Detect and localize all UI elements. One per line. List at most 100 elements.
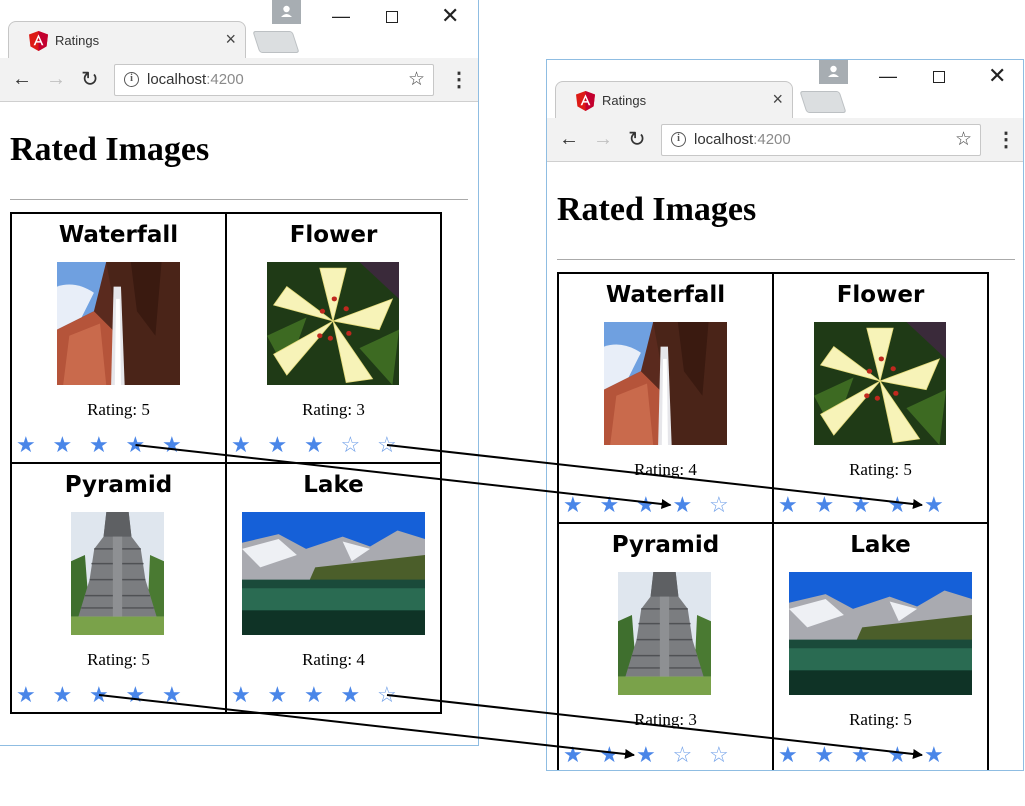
star-filled-icon[interactable]: ★ [16,432,53,458]
image-title: Waterfall [605,282,726,308]
arrow-left-icon[interactable]: ← [559,128,579,151]
address-bar[interactable]: i localhost:4200 ☆ [661,124,981,156]
title-bar: Ratings × — ✕ [0,0,478,58]
reload-icon[interactable]: ↻ [628,127,646,152]
star-filled-icon[interactable]: ★ [89,682,126,708]
star-outline-icon[interactable]: ☆ [377,682,414,708]
star-filled-icon[interactable]: ★ [778,742,815,768]
star-filled-icon[interactable]: ★ [126,682,163,708]
kebab-menu-icon[interactable]: ⋮ [996,127,1016,152]
image-title: Pyramid [611,532,720,558]
star-filled-icon[interactable]: ★ [268,682,305,708]
star-filled-icon[interactable]: ★ [851,492,888,518]
browser-tab[interactable]: Ratings × [8,21,246,58]
divider [557,259,1015,260]
image-title: Flower [836,282,925,308]
star-filled-icon[interactable]: ★ [304,432,341,458]
flower-image [814,322,946,445]
star-filled-icon[interactable]: ★ [815,742,852,768]
star-filled-icon[interactable]: ★ [924,742,961,768]
waterfall-image [57,262,180,385]
url-text[interactable]: localhost:4200 [147,71,244,88]
star-filled-icon[interactable]: ★ [126,432,163,458]
minimize-button[interactable]: — [879,66,897,87]
star-filled-icon[interactable]: ★ [851,742,888,768]
image-grid: Waterfall Rating: 4 ★ ★ ★ ★ ☆ Flower Rating: 5 ★ ★… [557,272,989,770]
star-filled-icon[interactable]: ★ [304,682,341,708]
star-outline-icon[interactable]: ☆ [673,742,710,768]
arrow-right-icon[interactable]: → [46,68,66,91]
star-rating: ★ ★ ★ ☆ ☆ [563,742,746,768]
rating-label: Rating: 5 [849,460,912,479]
star-outline-icon[interactable]: ☆ [709,492,746,518]
star-filled-icon[interactable]: ★ [162,682,199,708]
close-icon[interactable]: × [225,29,236,50]
star-outline-icon[interactable]: ☆ [408,68,425,91]
page-content: Rated Images Waterfall Rating: 5 ★ ★ ★ ★ ★ Flow… [0,102,478,745]
star-rating: ★ ★ ★ ★ ★ [778,492,961,518]
star-filled-icon[interactable]: ★ [888,742,925,768]
star-outline-icon[interactable]: ☆ [709,742,746,768]
url-text[interactable]: localhost:4200 [694,131,791,148]
star-filled-icon[interactable]: ★ [778,492,815,518]
window-close-button[interactable]: ✕ [988,63,1006,89]
arrow-right-icon[interactable]: → [593,128,613,151]
image-card: Lake Rating: 5 ★ ★ ★ ★ ★ [773,523,987,770]
arrow-left-icon[interactable]: ← [12,68,32,91]
star-filled-icon[interactable]: ★ [673,492,710,518]
star-filled-icon[interactable]: ★ [341,682,378,708]
new-tab-button[interactable] [799,91,847,113]
browser-toolbar: ← → ↻ i localhost:4200 ☆ ⋮ [0,58,478,102]
star-filled-icon[interactable]: ★ [162,432,199,458]
star-outline-icon[interactable]: ☆ [955,128,972,151]
star-rating: ★ ★ ★ ★ ★ [16,432,199,458]
reload-icon[interactable]: ↻ [81,67,99,92]
rating-label: Rating: 4 [302,650,365,669]
star-rating: ★ ★ ★ ★ ☆ [231,682,414,708]
info-icon[interactable]: i [671,132,686,147]
star-filled-icon[interactable]: ★ [924,492,961,518]
maximize-button[interactable] [386,11,398,23]
star-filled-icon[interactable]: ★ [563,742,600,768]
rating-label: Rating: 3 [634,710,697,729]
kebab-menu-icon[interactable]: ⋮ [449,67,469,92]
star-filled-icon[interactable]: ★ [16,682,53,708]
profile-icon[interactable] [819,60,848,84]
page-title: Rated Images [557,191,757,228]
minimize-button[interactable]: — [332,6,350,27]
new-tab-button[interactable] [252,31,300,53]
flower-image [267,262,399,385]
window-close-button[interactable]: ✕ [441,3,459,29]
maximize-button[interactable] [933,71,945,83]
address-bar[interactable]: i localhost:4200 ☆ [114,64,434,96]
star-rating: ★ ★ ★ ★ ★ [778,742,961,768]
star-filled-icon[interactable]: ★ [888,492,925,518]
pyramid-image [618,572,711,695]
star-filled-icon[interactable]: ★ [636,492,673,518]
star-filled-icon[interactable]: ★ [636,742,673,768]
star-filled-icon[interactable]: ★ [231,682,268,708]
rating-label: Rating: 5 [849,710,912,729]
star-filled-icon[interactable]: ★ [89,432,126,458]
star-outline-icon[interactable]: ☆ [377,432,414,458]
image-card: Waterfall Rating: 4 ★ ★ ★ ★ ☆ [559,274,773,523]
star-rating: ★ ★ ★ ★ ☆ [563,492,746,518]
star-filled-icon[interactable]: ★ [815,492,852,518]
star-filled-icon[interactable]: ★ [53,432,90,458]
divider [10,199,468,200]
star-filled-icon[interactable]: ★ [600,492,637,518]
profile-icon[interactable] [272,0,301,24]
info-icon[interactable]: i [124,72,139,87]
browser-tab[interactable]: Ratings × [555,81,793,118]
star-filled-icon[interactable]: ★ [268,432,305,458]
star-filled-icon[interactable]: ★ [563,492,600,518]
close-icon[interactable]: × [772,89,783,110]
image-title: Lake [303,472,364,498]
star-filled-icon[interactable]: ★ [53,682,90,708]
star-filled-icon[interactable]: ★ [231,432,268,458]
star-filled-icon[interactable]: ★ [600,742,637,768]
lake-image [789,572,972,695]
image-card: Pyramid Rating: 3 ★ ★ ★ ☆ ☆ [559,523,773,770]
image-card: Flower Rating: 3 ★ ★ ★ ☆ ☆ [226,214,440,463]
star-outline-icon[interactable]: ☆ [341,432,378,458]
